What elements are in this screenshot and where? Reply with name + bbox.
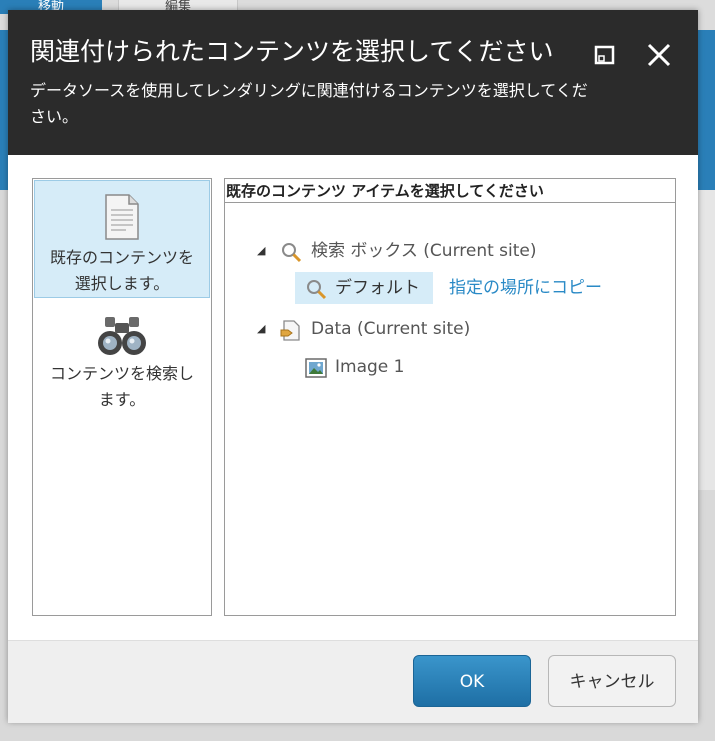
- close-button[interactable]: [644, 40, 674, 70]
- tree-expander-data[interactable]: ◢: [257, 322, 265, 335]
- source-search-label: コンテンツを検索します。: [49, 364, 194, 409]
- source-existing-content[interactable]: 既存のコンテンツを選択します。: [34, 180, 210, 298]
- select-content-dialog: 関連付けられたコンテンツを選択してください データソースを使用してレンダリングに…: [8, 10, 698, 723]
- content-tree-panel: 既存のコンテンツ アイテムを選択してください ◢ 検索 ボックス (Curren…: [224, 178, 676, 616]
- tree-node-image-1[interactable]: Image 1: [335, 355, 404, 379]
- content-tree-header: 既存のコンテンツ アイテムを選択してください: [225, 179, 675, 203]
- search-icon: [282, 243, 302, 263]
- close-icon: [647, 43, 671, 67]
- data-folder-icon: [280, 320, 300, 341]
- maximize-icon: [594, 45, 615, 65]
- background-accent-left: [0, 30, 8, 190]
- dialog-header: 関連付けられたコンテンツを選択してください データソースを使用してレンダリングに…: [8, 10, 698, 155]
- copy-to-location-link[interactable]: 指定の場所にコピー: [449, 276, 602, 300]
- binoculars-icon: [98, 317, 146, 355]
- cancel-button[interactable]: キャンセル: [548, 655, 676, 707]
- source-selector: 既存のコンテンツを選択します。 コンテンツを検索します。: [32, 178, 212, 616]
- tree-expander-search-box[interactable]: ◢: [257, 244, 265, 257]
- source-existing-label: 既存のコンテンツを選択します。: [49, 248, 194, 293]
- background-panel-right: [698, 190, 715, 490]
- image-icon: [305, 358, 327, 378]
- tree-node-default-label: デフォルト: [335, 278, 420, 298]
- tree-node-search-box[interactable]: 検索 ボックス (Current site): [311, 239, 537, 263]
- dialog-footer: OK キャンセル: [8, 640, 698, 723]
- maximize-button[interactable]: [594, 44, 616, 66]
- dialog-title: 関連付けられたコンテンツを選択してください: [30, 37, 554, 66]
- ok-button[interactable]: OK: [413, 655, 531, 707]
- source-search-content[interactable]: コンテンツを検索します。: [34, 311, 210, 431]
- dialog-subtitle: データソースを使用してレンダリングに関連付けるコンテンツを選択してください。: [30, 81, 588, 126]
- background-accent-right: [698, 30, 715, 190]
- tree-node-data[interactable]: Data (Current site): [311, 317, 470, 341]
- document-icon: [105, 194, 139, 240]
- search-icon: [307, 280, 327, 300]
